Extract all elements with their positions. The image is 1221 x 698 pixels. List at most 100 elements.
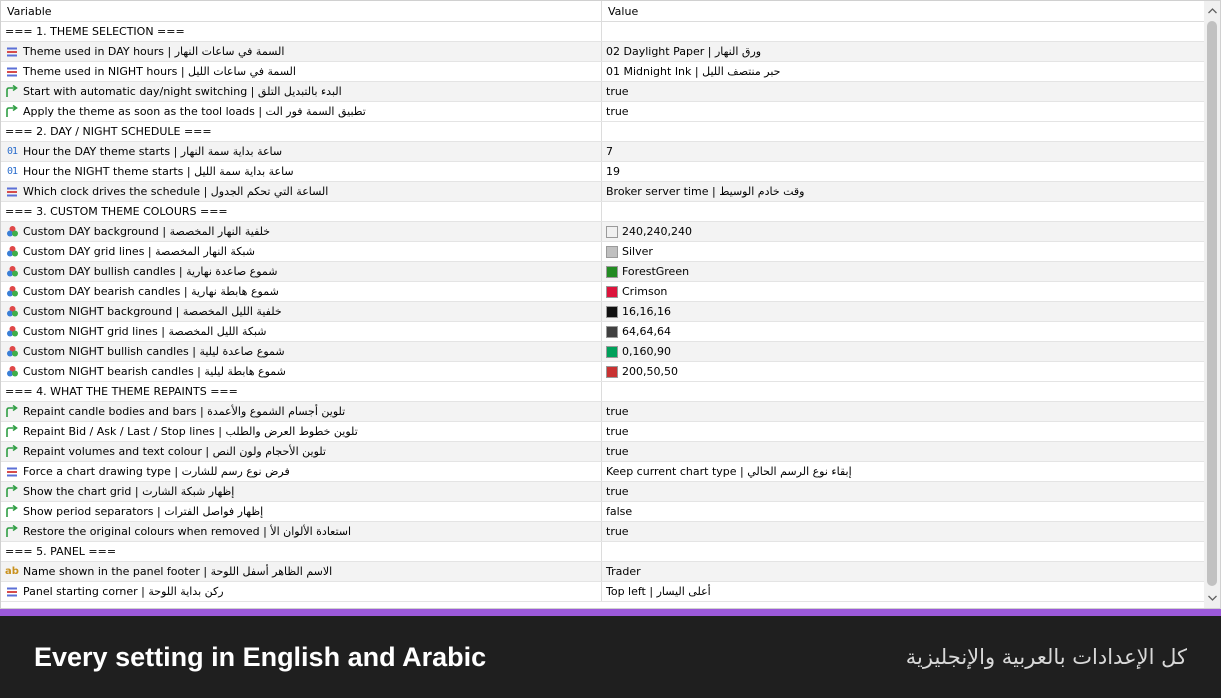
value-cell[interactable]: Broker server time | وقت خادم الوسيط [602,182,1206,201]
value-text: Top left | أعلى اليسار [606,585,711,598]
boolean-arrow-icon [4,444,20,460]
column-header-value[interactable]: Value [602,1,1206,22]
value-cell[interactable]: true [602,522,1206,541]
variable-label: Show period separators | إظهار فواصل الف… [23,505,264,518]
value-cell[interactable]: 0,160,90 [602,342,1206,361]
table-row[interactable]: Custom NIGHT bearish candles | شموع هابط… [1,362,1206,382]
table-row[interactable]: Custom DAY background | خلفية النهار الم… [1,222,1206,242]
value-cell[interactable]: Keep current chart type | إبقاء نوع الرس… [602,462,1206,481]
color-palette-icon [4,364,20,380]
table-row[interactable]: ab Name shown in the panel footer | الاسم… [1,562,1206,582]
value-cell[interactable]: 19 [602,162,1206,181]
table-row[interactable]: Custom DAY bullish candles | شموع صاعدة … [1,262,1206,282]
value-cell[interactable]: true [602,422,1206,441]
table-row[interactable]: Show the chart grid | إظهار شبكة الشارت t… [1,482,1206,502]
value-text: 19 [606,165,620,178]
value-cell[interactable]: Top left | أعلى اليسار [602,582,1206,601]
table-row[interactable]: Custom NIGHT grid lines | شبكة الليل الم… [1,322,1206,342]
variable-cell: Which clock drives the schedule | الساعة… [1,182,602,201]
value-cell[interactable]: true [602,482,1206,501]
table-row[interactable]: Which clock drives the schedule | الساعة… [1,182,1206,202]
variable-cell: Custom NIGHT bullish candles | شموع صاعد… [1,342,602,361]
color-swatch[interactable] [606,325,618,338]
value-text: 64,64,64 [622,325,671,338]
value-cell[interactable]: Crimson [602,282,1206,301]
variable-label: Name shown in the panel footer | الاسم ا… [23,565,333,578]
color-swatch[interactable] [606,305,618,318]
table-row[interactable]: Force a chart drawing type | فرض نوع رسم… [1,462,1206,482]
value-cell[interactable]: ForestGreen [602,262,1206,281]
value-cell[interactable]: 200,50,50 [602,362,1206,381]
value-text: 01 Midnight Ink | حبر منتصف الليل [606,65,781,78]
value-text: 16,16,16 [622,305,671,318]
inputs-table: Variable Value === 1. THEME SELECTION ==… [0,0,1221,609]
value-text: Keep current chart type | إبقاء نوع الرس… [606,465,852,478]
integer-type-icon: 01 [6,146,18,157]
variable-cell: Panel starting corner | ركن بداية اللوحة [1,582,602,601]
scroll-down-arrow-icon[interactable] [1204,590,1220,606]
color-swatch[interactable] [606,345,618,358]
value-cell[interactable]: false [602,502,1206,521]
value-text: true [606,425,629,438]
table-row[interactable]: Start with automatic day/night switching… [1,82,1206,102]
color-palette-icon [4,224,20,240]
value-cell[interactable]: 01 Midnight Ink | حبر منتصف الليل [602,62,1206,81]
value-cell[interactable]: 16,16,16 [602,302,1206,321]
value-cell[interactable]: 240,240,240 [602,222,1206,241]
table-row[interactable]: Restore the original colours when remove… [1,522,1206,542]
color-swatch[interactable] [606,285,618,298]
table-row[interactable]: Theme used in NIGHT hours | السمة في ساع… [1,62,1206,82]
variable-cell: Custom DAY background | خلفية النهار الم… [1,222,602,241]
table-row[interactable]: Custom DAY grid lines | شبكة النهار المخ… [1,242,1206,262]
value-cell[interactable]: Silver [602,242,1206,261]
value-cell[interactable]: 64,64,64 [602,322,1206,341]
value-cell[interactable]: 02 Daylight Paper | ورق النهار [602,42,1206,61]
value-text: 02 Daylight Paper | ورق النهار [606,45,762,58]
value-cell[interactable]: Trader [602,562,1206,581]
value-text: 240,240,240 [622,225,692,238]
value-cell[interactable]: true [602,402,1206,421]
color-swatch[interactable] [606,265,618,278]
variable-cell: Theme used in NIGHT hours | السمة في ساع… [1,62,602,81]
color-palette-icon [4,304,20,320]
table-row[interactable]: Custom DAY bearish candles | شموع هابطة … [1,282,1206,302]
variable-cell: Repaint volumes and text colour | تلوين … [1,442,602,461]
boolean-arrow-icon [4,504,20,520]
value-text: true [606,85,629,98]
variable-cell: Repaint candle bodies and bars | تلوين أ… [1,402,602,421]
variable-label: Start with automatic day/night switching… [23,85,342,98]
table-row[interactable]: 01 Hour the DAY theme starts | ساعة بداية… [1,142,1206,162]
table-row[interactable]: Repaint candle bodies and bars | تلوين أ… [1,402,1206,422]
table-row[interactable]: Custom NIGHT background | خلفية الليل ال… [1,302,1206,322]
table-row[interactable]: Custom NIGHT bullish candles | شموع صاعد… [1,342,1206,362]
variable-cell: Restore the original colours when remove… [1,522,602,541]
value-cell[interactable]: true [602,102,1206,121]
section-header-row: === 4. WHAT THE THEME REPAINTS === [1,382,1206,402]
column-header-variable[interactable]: Variable [1,1,602,22]
table-row[interactable]: Repaint volumes and text colour | تلوين … [1,442,1206,462]
table-row[interactable]: Show period separators | إظهار فواصل الف… [1,502,1206,522]
scrollbar-thumb[interactable] [1207,21,1217,586]
variable-label: Repaint volumes and text colour | تلوين … [23,445,326,458]
table-row[interactable]: Apply the theme as soon as the tool load… [1,102,1206,122]
value-cell[interactable]: true [602,82,1206,101]
scroll-up-arrow-icon[interactable] [1204,3,1220,19]
variable-cell: Custom NIGHT bearish candles | شموع هابط… [1,362,602,381]
variable-label: Force a chart drawing type | فرض نوع رسم… [23,465,290,478]
table-row[interactable]: Repaint Bid / Ask / Last / Stop lines | … [1,422,1206,442]
value-cell[interactable]: true [602,442,1206,461]
table-row[interactable]: Panel starting corner | ركن بداية اللوحة… [1,582,1206,602]
value-text: true [606,105,629,118]
color-swatch[interactable] [606,225,618,238]
variable-label: Repaint candle bodies and bars | تلوين أ… [23,405,346,418]
enum-list-icon [4,464,20,480]
value-cell[interactable]: 7 [602,142,1206,161]
color-swatch[interactable] [606,245,618,258]
table-row[interactable]: 01 Hour the NIGHT theme starts | ساعة بدا… [1,162,1206,182]
enum-list-icon [4,184,20,200]
table-row[interactable]: Theme used in DAY hours | السمة في ساعات… [1,42,1206,62]
variable-cell: === 1. THEME SELECTION === [1,22,602,41]
boolean-arrow-icon [4,524,20,540]
vertical-scrollbar[interactable] [1204,1,1220,608]
color-swatch[interactable] [606,365,618,378]
